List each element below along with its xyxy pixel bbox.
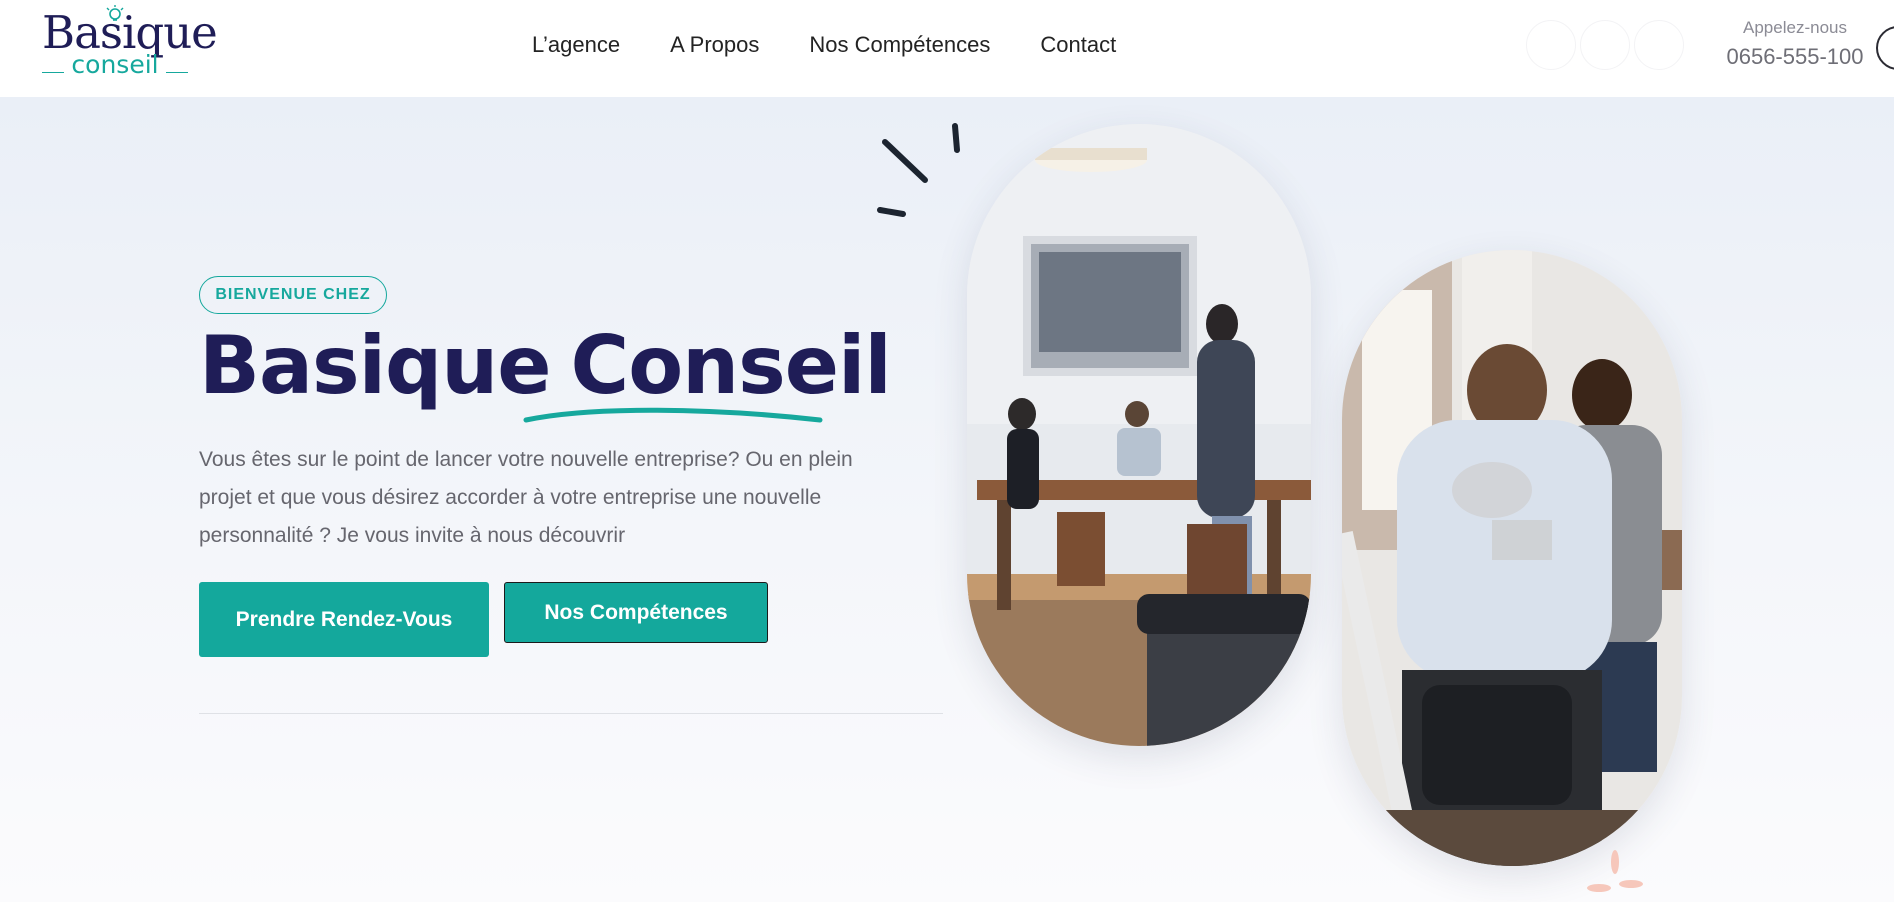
title-underline-decoration xyxy=(523,407,823,423)
discussion-image xyxy=(1342,250,1682,866)
hero-title-part1: Basique xyxy=(199,319,551,412)
welcome-badge: BIENVENUE CHEZ xyxy=(199,276,387,314)
nav-item-competences[interactable]: Nos Compétences xyxy=(809,32,990,58)
main-nav: L’agence A Propos Nos Compétences Contac… xyxy=(532,32,1166,58)
nav-item-a-propos[interactable]: A Propos xyxy=(670,32,759,58)
hero-title: Basique Conseil xyxy=(199,322,911,410)
nav-item-agence[interactable]: L’agence xyxy=(532,32,620,58)
meeting-room-image xyxy=(967,124,1311,746)
call-block: Appelez-nous 0656-555-100 xyxy=(1720,18,1870,70)
hero-divider xyxy=(199,713,943,714)
hero-description: Vous êtes sur le point de lancer votre n… xyxy=(199,448,853,547)
competences-button[interactable]: Nos Compétences xyxy=(504,582,768,643)
logo-rule-right xyxy=(166,72,188,73)
logo-wordmark: Basique xyxy=(42,6,218,59)
flower-decoration xyxy=(1587,850,1643,892)
office-meeting-photo xyxy=(967,124,1311,746)
social-icon[interactable] xyxy=(1580,20,1630,70)
call-label: Appelez-nous xyxy=(1743,18,1847,37)
social-links xyxy=(1526,20,1684,70)
hero-title-part2: Conseil xyxy=(570,319,891,412)
logo[interactable]: Basique conseil xyxy=(38,2,218,82)
nav-item-contact[interactable]: Contact xyxy=(1040,32,1116,58)
phone-icon[interactable] xyxy=(1876,26,1894,70)
book-appointment-button[interactable]: Prendre Rendez-Vous xyxy=(199,582,489,657)
sparkle-decoration xyxy=(877,123,960,217)
site-header: Basique conseil L’agence A Propos Nos Co… xyxy=(0,0,1894,97)
business-discussion-photo xyxy=(1342,250,1682,866)
phone-number-link[interactable]: 0656-555-100 xyxy=(1720,44,1870,70)
social-icon[interactable] xyxy=(1526,20,1576,70)
logo-tagline: conseil xyxy=(71,50,159,79)
social-icon[interactable] xyxy=(1634,20,1684,70)
